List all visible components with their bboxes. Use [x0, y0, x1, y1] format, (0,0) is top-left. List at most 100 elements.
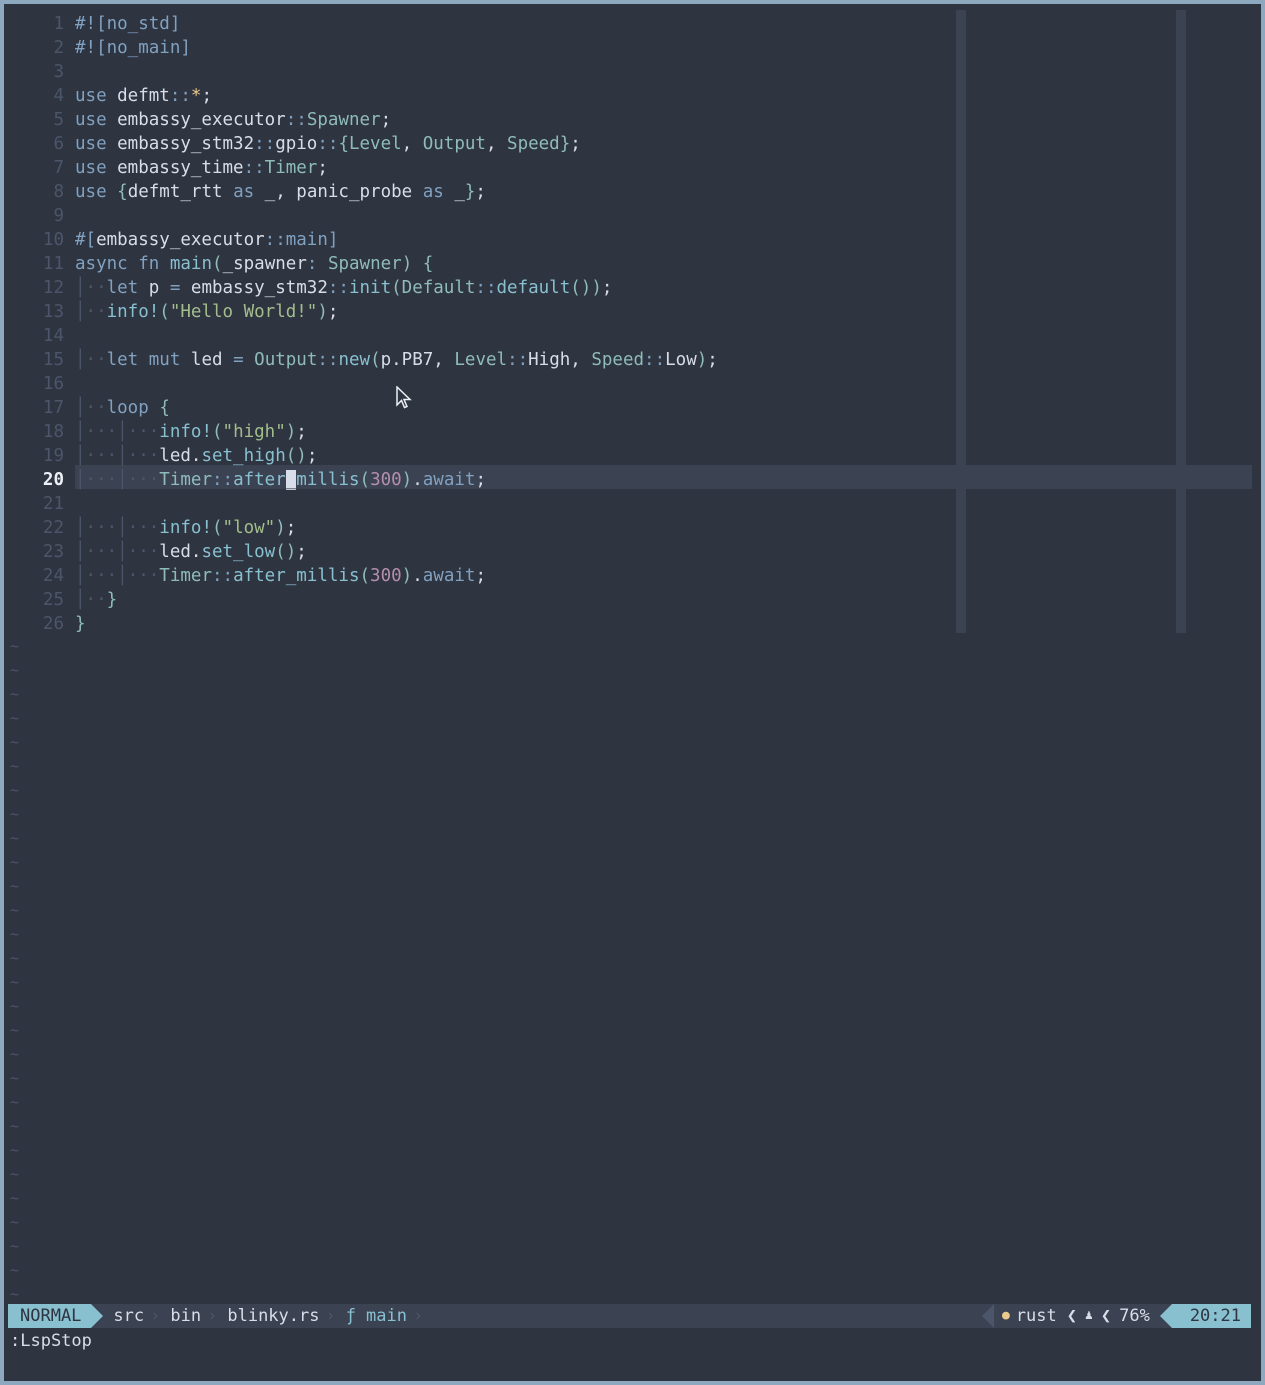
filetype-separator [981, 1304, 994, 1328]
line-text: use embassy_stm32::gpio::{Level, Output,… [75, 134, 581, 154]
scroll-percent: 76% [1119, 1306, 1150, 1326]
editor-window: 1 #![no_std] 2 #![no_main] 3 4 use defmt::*… [4, 4, 1261, 1381]
tilde-marker: ~ [10, 1261, 20, 1279]
breadcrumb-separator: › [412, 1306, 424, 1326]
line-number: 19 [42, 446, 64, 466]
line-number: 11 [42, 254, 64, 274]
segment-separator: ❮ [1066, 1306, 1078, 1326]
tilde-marker: ~ [10, 1093, 20, 1111]
breadcrumb-separator: › [325, 1306, 336, 1326]
tilde-marker: ~ [10, 685, 20, 703]
line-number: 22 [42, 518, 64, 538]
cursor-position: 20:21 [1171, 1304, 1251, 1328]
rust-icon: ● [1001, 1308, 1010, 1323]
line-number: 8 [53, 182, 64, 202]
line-text: │···│···info!("low"); [75, 518, 297, 538]
tilde-marker: ~ [10, 949, 20, 967]
tilde-marker: ~ [10, 877, 20, 895]
tilde-marker: ~ [10, 661, 20, 679]
line-text: async fn main(_spawner: Spawner) { [75, 254, 434, 274]
line-text: │··info!("Hello World!"); [75, 302, 339, 322]
filetype-label: rust [1015, 1306, 1057, 1326]
tilde-marker: ~ [10, 925, 20, 943]
tilde-marker: ~ [10, 1165, 20, 1183]
line-text: │···│···led.set_high(); [75, 446, 318, 466]
line-number: 18 [42, 422, 64, 442]
status-line: NORMAL src › bin › blinky.rs › ƒ main › … [8, 1304, 1251, 1328]
color-column-1 [956, 10, 966, 633]
line-text: #![no_main] [75, 38, 191, 58]
tilde-marker: ~ [10, 1237, 20, 1255]
tilde-marker: ~ [10, 1141, 20, 1159]
line-text: │···│···led.set_low(); [75, 542, 307, 562]
line-number: 21 [42, 494, 64, 514]
tilde-marker: ~ [10, 1045, 20, 1063]
tilde-marker: ~ [10, 1021, 20, 1039]
function-icon: ƒ [345, 1306, 356, 1326]
tilde-marker: ~ [10, 805, 20, 823]
tilde-marker: ~ [10, 997, 20, 1015]
line-text: use embassy_executor::Spawner; [75, 110, 392, 130]
line-number: 3 [53, 62, 64, 82]
line-number: 14 [42, 326, 64, 346]
breadcrumb-bin[interactable]: bin [160, 1304, 207, 1328]
line-number: 6 [53, 134, 64, 154]
command-line[interactable]: :LspStop [10, 1329, 92, 1353]
line-text: │··let p = embassy_stm32::init(Default::… [75, 278, 613, 298]
line-number: 23 [42, 542, 64, 562]
breadcrumb-function[interactable]: main [356, 1304, 413, 1328]
line-number: 5 [53, 110, 64, 130]
line-text: │···│···Timer::after_millis(300).await; [75, 566, 486, 586]
tilde-marker: ~ [10, 901, 20, 919]
tilde-marker: ~ [10, 973, 20, 991]
tilde-marker: ~ [10, 1069, 20, 1087]
breadcrumb-file[interactable]: blinky.rs [217, 1304, 325, 1328]
tilde-marker: ~ [10, 1117, 20, 1135]
line-text: │··let mut led = Output::new(p.PB7, Leve… [75, 350, 718, 370]
line-text: use defmt::*; [75, 86, 212, 106]
line-text: │··} [75, 590, 118, 610]
person-icon: ♟ [1085, 1308, 1093, 1323]
line-text: use embassy_time::Timer; [75, 158, 328, 178]
tilde-marker: ~ [10, 1285, 20, 1303]
line-number: 15 [42, 350, 64, 370]
line-text: #![no_std] [75, 14, 181, 34]
line-number: 17 [42, 398, 64, 418]
tilde-marker: ~ [10, 1213, 20, 1231]
line-number: 24 [42, 566, 64, 586]
position-separator [1159, 1304, 1172, 1328]
mode-indicator: NORMAL [8, 1304, 92, 1328]
line-number: 4 [53, 86, 64, 106]
line-number: 2 [53, 38, 64, 58]
breadcrumb-separator: › [150, 1306, 161, 1326]
line-text: │··loop { [75, 398, 170, 418]
mode-separator [91, 1304, 104, 1328]
color-column-2 [1176, 10, 1186, 633]
line-number: 10 [42, 230, 64, 250]
line-number: 25 [42, 590, 64, 610]
segment-separator: ❮ [1100, 1306, 1112, 1326]
line-number: 7 [53, 158, 64, 178]
line-text: use {defmt_rtt as _, panic_probe as _}; [75, 182, 486, 202]
line-number: 13 [42, 302, 64, 322]
line-text: } [75, 614, 86, 634]
line-text: │···│···Timer::after_millis(300).await; [75, 470, 486, 490]
line-number: 12 [42, 278, 64, 298]
tilde-marker: ~ [10, 709, 20, 727]
breadcrumb-separator: › [207, 1306, 218, 1326]
mouse-pointer-icon [396, 386, 412, 409]
tilde-marker: ~ [10, 829, 20, 847]
line-number: 1 [53, 14, 64, 34]
tilde-marker: ~ [10, 853, 20, 871]
line-text: #[embassy_executor::main] [75, 230, 339, 250]
line-text: │···│···info!("high"); [75, 422, 307, 442]
tilde-marker: ~ [10, 637, 20, 655]
breadcrumb-src[interactable]: src [103, 1304, 150, 1328]
line-number: 9 [53, 206, 64, 226]
tilde-marker: ~ [10, 733, 20, 751]
tilde-marker: ~ [10, 1189, 20, 1207]
text-cursor: _ [285, 470, 297, 490]
tilde-marker: ~ [10, 781, 20, 799]
tilde-marker: ~ [10, 757, 20, 775]
line-number: 16 [42, 374, 64, 394]
